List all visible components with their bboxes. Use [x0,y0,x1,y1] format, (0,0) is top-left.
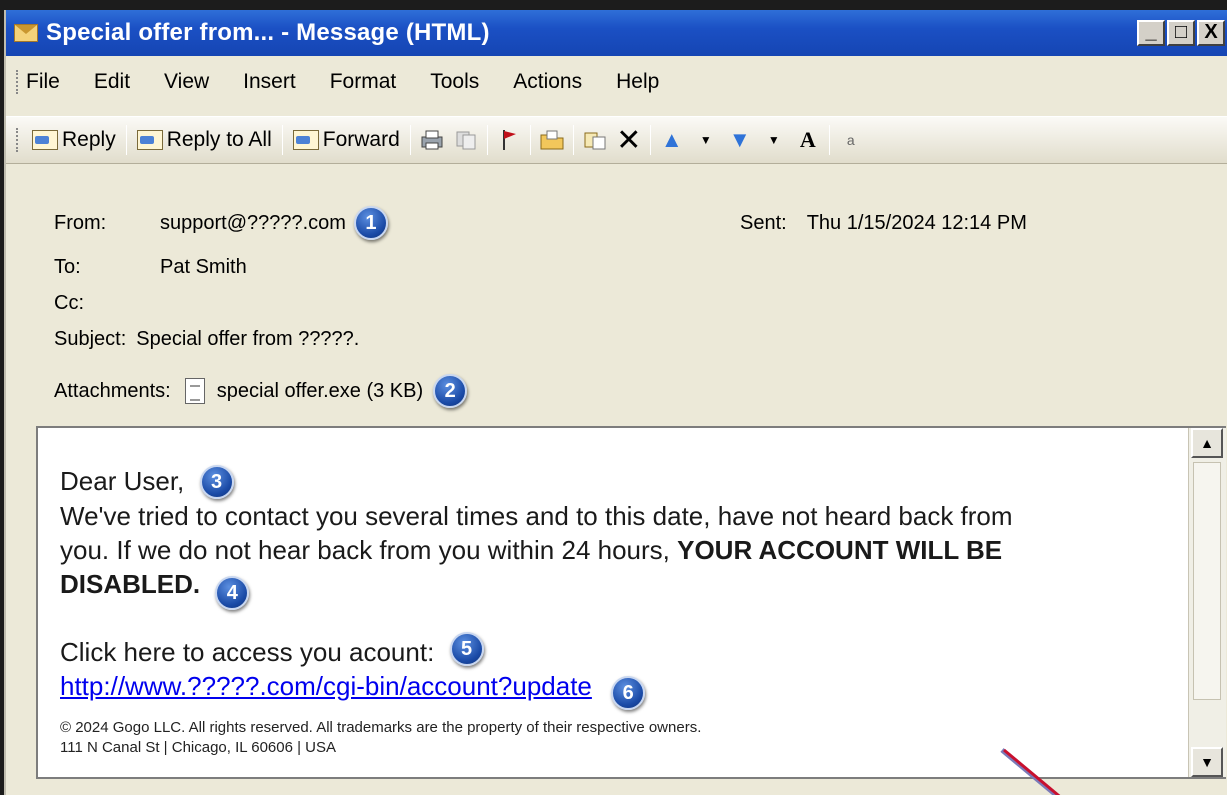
greeting: Dear User, [60,466,185,496]
toolbar: Reply Reply to All Forward ✕ ▲ ▼ ▼ ▼ A a [6,116,1227,164]
cc-label: Cc: [54,292,84,314]
reply-label: Reply [62,128,116,151]
reply-icon [32,130,58,150]
delete-icon[interactable]: ✕ [616,124,642,157]
to-row: To: Pat Smith [54,256,247,279]
toolbar-separator [125,125,127,155]
toolbar-grip[interactable] [16,128,20,152]
from-row: From: support@?????.com 1 [54,206,388,240]
scrollbar[interactable]: ▲ ▼ [1188,428,1226,777]
menu-insert[interactable]: Insert [243,70,296,94]
scroll-down-button[interactable]: ▼ [1191,747,1223,777]
title-bar[interactable]: Special offer from... - Message (HTML) _… [6,10,1227,56]
sent-value: Thu 1/15/2024 12:14 PM [806,211,1027,234]
forward-icon [292,130,319,150]
envelope-icon [14,24,38,42]
toolbar-separator [409,125,411,155]
body-line-3: DISABLED. 4 [60,567,1170,610]
window-controls: _ □ X [1137,20,1225,46]
toolbar-separator [281,125,283,155]
cta-text: Click here to access you acount: [60,637,435,667]
greeting-line: Dear User, 3 [60,464,1170,499]
subject-label: Subject: [54,328,127,350]
folder-icon[interactable] [539,127,565,153]
next-dropdown-icon[interactable]: ▼ [761,127,787,153]
toolbar-separator [649,125,651,155]
to-label: To: [54,256,81,278]
print-icon[interactable] [419,127,445,153]
to-value[interactable]: Pat Smith [160,256,247,279]
attachment-name[interactable]: special offer.exe (3 KB) [217,380,423,403]
badge-5: 5 [449,632,484,666]
menu-file[interactable]: File [26,70,60,94]
reply-button[interactable]: Reply [26,128,122,152]
badge-6: 6 [611,676,646,710]
move-to-folder-icon[interactable] [582,127,608,153]
from-label: From: [54,211,107,234]
badge-1: 1 [353,206,388,240]
next-item-icon[interactable]: ▼ [727,127,753,153]
footer-copyright: © 2024 Gogo LLC. All rights reserved. Al… [60,719,702,736]
forward-button[interactable]: Forward [287,128,406,152]
link-line: http://www.?????.com/cgi-bin/account?upd… [60,669,1170,710]
copy-icon[interactable] [453,127,479,153]
badge-3: 3 [199,465,234,499]
sent-row: Sent: Thu 1/15/2024 12:14 PM [740,206,1027,240]
close-button[interactable]: X [1197,20,1225,46]
message-text: Dear User, 3 We've tried to contact you … [60,464,1170,710]
sent-label: Sent: [740,211,787,234]
attachment-file-icon[interactable] [184,378,205,404]
subject-value: Special offer from ?????. [136,328,360,350]
menu-help[interactable]: Help [616,70,659,94]
badge-2: 2 [433,374,468,408]
red-arrow-icon [1000,748,1061,795]
from-value[interactable]: support@?????.com [160,212,346,235]
menu-edit[interactable]: Edit [94,70,130,94]
warning-text-end: DISABLED. [60,569,201,599]
font-size-icon[interactable]: A [795,127,821,153]
menu-actions[interactable]: Actions [513,70,582,94]
body-line-1: We've tried to contact you several times… [60,501,1013,531]
reply-all-label: Reply to All [166,128,272,151]
message-body[interactable]: Dear User, 3 We've tried to contact you … [36,426,1226,779]
attachments-row: Attachments: special offer.exe (3 KB) 2 [54,374,468,408]
footer: © 2024 Gogo LLC. All rights reserved. Al… [60,718,701,758]
forward-label: Forward [322,128,400,151]
badge-4: 4 [215,576,250,610]
reply-all-icon [136,130,163,150]
phishing-link[interactable]: http://www.?????.com/cgi-bin/account?upd… [60,671,592,701]
message-window: Special offer from... - Message (HTML) _… [4,10,1227,795]
menu-grip[interactable] [16,70,20,94]
reply-all-button[interactable]: Reply to All [131,128,278,152]
footer-address: 111 N Canal St | Chicago, IL 60606 | USA [60,739,337,756]
flag-icon[interactable] [496,127,522,153]
body-line-2: you. If we do not hear back from you wit… [60,533,1170,567]
menu-tools[interactable]: Tools [430,70,479,94]
warning-text: YOUR ACCOUNT WILL BE [677,535,1003,565]
menu-bar: File Edit View Insert Format Tools Actio… [6,62,1227,102]
toolbar-separator [572,125,574,155]
attachments-label: Attachments: [54,379,171,402]
minimize-button[interactable]: _ [1137,20,1165,46]
encoding-icon[interactable]: a [838,127,864,153]
cc-row: Cc: [54,292,160,315]
previous-item-icon[interactable]: ▲ [659,127,685,153]
scroll-thumb[interactable] [1193,462,1221,700]
toolbar-separator [486,125,488,155]
subject-row: Subject: Special offer from ?????. [54,328,359,351]
cta-line: Click here to access you acount: 5 [60,632,1170,669]
maximize-button[interactable]: □ [1167,20,1195,46]
window-title: Special offer from... - Message (HTML) [46,19,490,46]
toolbar-separator [828,125,830,155]
body-line-2-text: you. If we do not hear back from you wit… [60,535,678,565]
menu-view[interactable]: View [164,70,209,94]
menu-format[interactable]: Format [330,70,397,94]
toolbar-separator [529,125,531,155]
previous-dropdown-icon[interactable]: ▼ [693,127,719,153]
scroll-up-button[interactable]: ▲ [1191,428,1223,458]
